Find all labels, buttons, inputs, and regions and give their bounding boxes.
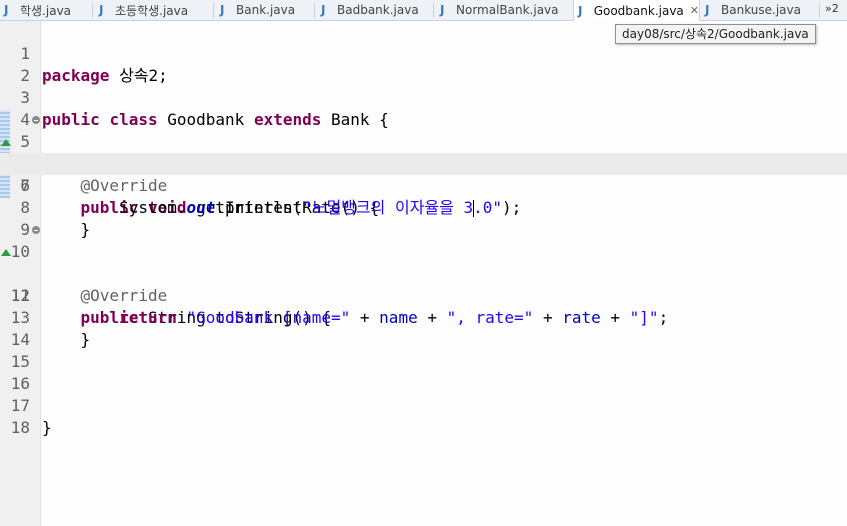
tab-label: Goodbank.java [593, 3, 684, 18]
tab-divider [433, 3, 434, 18]
collapse-icon[interactable] [32, 116, 40, 124]
tab-bankuse[interactable]: J Bankuse.java [701, 0, 819, 20]
code-line-6: 6 public void getInterestRate() { [0, 131, 847, 217]
code-line-17: 17 } [0, 373, 847, 437]
tab-label: NormalBank.java [456, 3, 559, 17]
tab-label: 초등학생.java [115, 3, 189, 18]
java-file-icon: J [578, 3, 583, 18]
tab-divider [213, 3, 214, 18]
tab-bank[interactable]: J Bank.java [216, 0, 314, 20]
code-line-10: 10 @Override [0, 219, 847, 305]
tab-divider [819, 3, 820, 18]
code-line-18: 18 [0, 395, 847, 437]
java-file-icon: J [321, 3, 326, 17]
code-text: } [42, 418, 52, 437]
code-line-3: 3 public class Goodbank extends Bank { [0, 65, 847, 129]
tab-label: 학생.java [20, 3, 72, 18]
tab-label: Badbank.java [337, 3, 419, 17]
code-editor[interactable]: 1 package 상속2; 2 3 public class Goodbank… [0, 21, 847, 526]
override-marker-icon[interactable] [1, 249, 11, 256]
close-tab-icon[interactable]: ✕ [690, 4, 699, 17]
code-line-8: 8 } [0, 175, 847, 239]
tab-초등학생[interactable]: J 초등학생.java [95, 0, 213, 20]
java-file-icon: J [4, 3, 9, 17]
tab-goodbank[interactable]: J Goodbank.java ✕ [573, 0, 700, 21]
override-marker-icon[interactable] [1, 139, 11, 146]
code-line-15: 15 [0, 329, 847, 371]
java-file-icon: J [220, 3, 225, 17]
editor-tab-bar: J 학생.java J 초등학생.java J Bank.java J Badb… [0, 0, 847, 21]
tab-normalbank[interactable]: J NormalBank.java [436, 0, 572, 20]
java-file-icon: J [705, 3, 710, 17]
tab-label: Bankuse.java [721, 3, 801, 17]
line-number: 18 [10, 418, 30, 437]
code-line-2: 2 [0, 43, 847, 85]
code-line-7: 7 System.out.println("노멀뱅크의 이자율을 3.0"); [0, 153, 847, 217]
tab-label: Bank.java [236, 3, 296, 17]
code-line-14: 14 [0, 307, 847, 349]
code-line-9: 9 [0, 197, 847, 239]
code-line-11: 11 public String toString() { [0, 241, 847, 327]
collapse-icon[interactable] [32, 226, 40, 234]
tab-divider [92, 3, 93, 18]
file-path-tooltip: day08/src/상속2/Goodbank.java [615, 24, 816, 44]
java-file-icon: J [440, 3, 445, 17]
tab-divider [314, 3, 315, 18]
tab-overflow-button[interactable]: »2 [825, 2, 839, 15]
java-file-icon: J [99, 3, 104, 17]
tab-badbank[interactable]: J Badbank.java [317, 0, 433, 20]
code-line-16: 16 [0, 351, 847, 393]
code-line-12: 12 return "Goodbank [name=" + name + ", … [0, 263, 847, 327]
tab-학생[interactable]: J 학생.java [0, 0, 92, 20]
code-line-5: 5 @Override [0, 109, 847, 195]
code-line-4: 4 [0, 87, 847, 129]
code-line-13: 13 } [0, 285, 847, 349]
